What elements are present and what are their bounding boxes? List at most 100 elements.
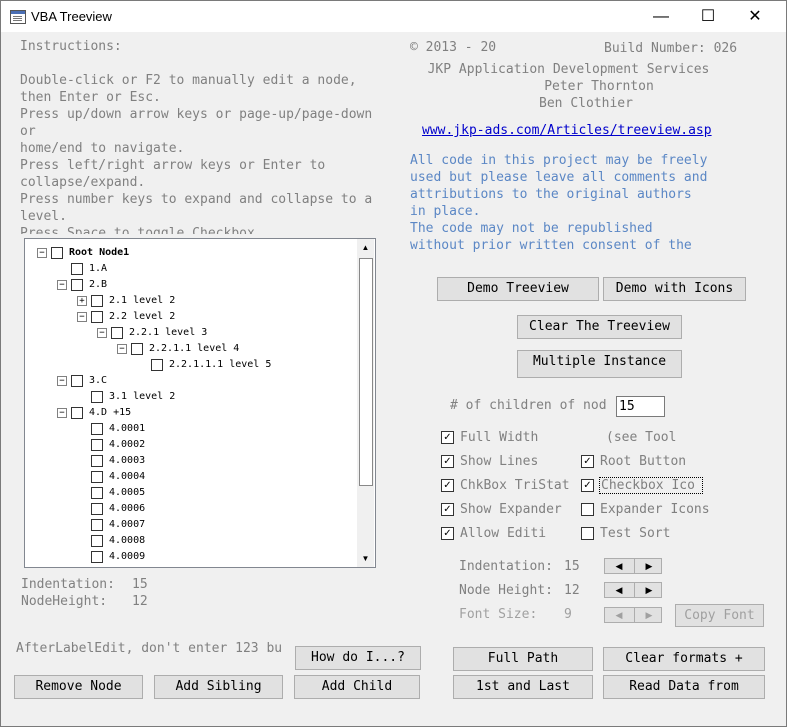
- node-checkbox[interactable]: [91, 455, 103, 467]
- font-size-spinner[interactable]: ◀ ▶: [604, 607, 662, 623]
- node-checkbox[interactable]: [71, 263, 83, 275]
- demo-treeview-button[interactable]: Demo Treeview: [437, 277, 599, 301]
- node-checkbox[interactable]: [111, 327, 123, 339]
- tree-node[interactable]: 4.0007: [25, 517, 355, 533]
- tree-node[interactable]: − Root Node1: [25, 245, 355, 261]
- node-checkbox[interactable]: [91, 295, 103, 307]
- root-button-checkbox[interactable]: ✓: [581, 455, 594, 468]
- node-checkbox[interactable]: [91, 535, 103, 547]
- demo-with-icons-button[interactable]: Demo with Icons: [603, 277, 746, 301]
- tree-node[interactable]: 1.A: [25, 261, 355, 277]
- spin-right-icon[interactable]: ▶: [634, 559, 663, 573]
- node-checkbox[interactable]: [91, 439, 103, 451]
- tree-node[interactable]: +2.1 level 2: [25, 293, 355, 309]
- tree-node[interactable]: 4.0003: [25, 453, 355, 469]
- remove-node-button[interactable]: Remove Node: [14, 675, 143, 699]
- spin-left-icon[interactable]: ◀: [605, 608, 633, 622]
- node-height-spinner[interactable]: ◀ ▶: [604, 582, 662, 598]
- node-checkbox[interactable]: [71, 279, 83, 291]
- collapse-icon[interactable]: −: [57, 280, 67, 290]
- tree-node-label[interactable]: 4.0002: [109, 438, 145, 452]
- node-checkbox[interactable]: [91, 487, 103, 499]
- tree-node-label[interactable]: 4.0007: [109, 518, 145, 532]
- clear-treeview-button[interactable]: Clear The Treeview: [517, 315, 682, 339]
- tree-node-label[interactable]: Root Node1: [69, 246, 129, 260]
- tree-node[interactable]: 4.0001: [25, 421, 355, 437]
- tree-node-label[interactable]: 4.0006: [109, 502, 145, 516]
- tree-node[interactable]: − 2.B: [25, 277, 355, 293]
- tree-node-label[interactable]: 4.0003: [109, 454, 145, 468]
- collapse-icon[interactable]: −: [77, 312, 87, 322]
- tree-node[interactable]: 4.0002: [25, 437, 355, 453]
- collapse-icon[interactable]: −: [117, 344, 127, 354]
- add-sibling-button[interactable]: Add Sibling: [154, 675, 283, 699]
- tree-node[interactable]: − 4.D +15: [25, 405, 355, 421]
- spin-left-icon[interactable]: ◀: [605, 583, 633, 597]
- scroll-thumb[interactable]: [359, 258, 373, 486]
- tree-node[interactable]: 4.0004: [25, 469, 355, 485]
- tree-node[interactable]: − 3.C: [25, 373, 355, 389]
- maximize-button[interactable]: ☐: [685, 1, 731, 32]
- read-data-button[interactable]: Read Data from: [603, 675, 765, 699]
- node-checkbox[interactable]: [91, 391, 103, 403]
- treeview[interactable]: − Root Node1 1.A −2.B +2.1 level 2−2.2 level…: [24, 238, 376, 568]
- collapse-icon[interactable]: −: [37, 248, 47, 258]
- node-checkbox[interactable]: [71, 375, 83, 387]
- spin-right-icon[interactable]: ▶: [634, 583, 663, 597]
- tree-node-label[interactable]: 4.D +15: [89, 406, 131, 420]
- tree-node-label[interactable]: 2.B: [89, 278, 107, 292]
- add-child-button[interactable]: Add Child: [294, 675, 420, 699]
- show-expander-checkbox[interactable]: ✓: [441, 503, 454, 516]
- node-checkbox[interactable]: [91, 423, 103, 435]
- node-checkbox[interactable]: [51, 247, 63, 259]
- treeview-nodes[interactable]: − Root Node1 1.A −2.B +2.1 level 2−2.2 level…: [25, 239, 357, 567]
- chkbox-tristate-checkbox[interactable]: ✓: [441, 479, 454, 492]
- tree-node-label[interactable]: 4.0004: [109, 470, 145, 484]
- tree-node[interactable]: − 2.2.1.1 level 4: [25, 341, 355, 357]
- collapse-icon[interactable]: −: [57, 376, 67, 386]
- tree-node-label[interactable]: 4.0005: [109, 486, 145, 500]
- test-sort-checkbox[interactable]: [581, 527, 594, 540]
- collapse-icon[interactable]: −: [57, 408, 67, 418]
- title-bar[interactable]: VBA Treeview — ☐ ✕: [1, 1, 786, 32]
- scroll-down-icon[interactable]: ▼: [357, 550, 374, 567]
- tree-node[interactable]: 4.0006: [25, 501, 355, 517]
- expander-icons-checkbox[interactable]: [581, 503, 594, 516]
- node-checkbox[interactable]: [91, 471, 103, 483]
- node-checkbox[interactable]: [71, 407, 83, 419]
- tree-node-label[interactable]: 4.0001: [109, 422, 145, 436]
- show-lines-checkbox[interactable]: ✓: [441, 455, 454, 468]
- allow-edit-checkbox[interactable]: ✓: [441, 527, 454, 540]
- treeview-vertical-scrollbar[interactable]: ▲ ▼: [357, 239, 374, 567]
- tree-node[interactable]: 4.0008: [25, 533, 355, 549]
- spin-left-icon[interactable]: ◀: [605, 559, 633, 573]
- node-checkbox[interactable]: [91, 311, 103, 323]
- how-do-i-button[interactable]: How do I...?: [295, 646, 421, 670]
- tree-node[interactable]: 4.0005: [25, 485, 355, 501]
- tree-node[interactable]: − 2.2 level 2: [25, 309, 355, 325]
- clear-formats-button[interactable]: Clear formats +: [603, 647, 765, 671]
- first-and-last-button[interactable]: 1st and Last: [453, 675, 593, 699]
- tree-node[interactable]: 3.1 level 2: [25, 389, 355, 405]
- collapse-icon[interactable]: −: [97, 328, 107, 338]
- tree-node-label[interactable]: 1.A: [89, 262, 107, 276]
- full-path-button[interactable]: Full Path: [453, 647, 593, 671]
- tree-node[interactable]: − 2.2.1 level 3: [25, 325, 355, 341]
- minimize-button[interactable]: —: [638, 1, 684, 32]
- node-checkbox[interactable]: [151, 359, 163, 371]
- full-width-checkbox[interactable]: ✓: [441, 431, 454, 444]
- copy-font-button[interactable]: Copy Font: [675, 604, 764, 627]
- node-checkbox[interactable]: [91, 551, 103, 563]
- tree-node-label[interactable]: 2.2.1 level 3: [129, 326, 207, 340]
- multiple-instance-button[interactable]: Multiple Instance: [517, 350, 682, 378]
- tree-node-label[interactable]: 2.2 level 2: [109, 310, 175, 324]
- node-checkbox[interactable]: [91, 503, 103, 515]
- spin-right-icon[interactable]: ▶: [634, 608, 663, 622]
- node-checkbox[interactable]: [131, 343, 143, 355]
- expand-icon[interactable]: +: [77, 296, 87, 306]
- tree-node-label[interactable]: 2.2.1.1.1 level 5: [169, 358, 271, 372]
- website-link[interactable]: www.jkp-ads.com/Articles/treeview.asp: [422, 123, 712, 138]
- tree-node-label[interactable]: 3.1 level 2: [109, 390, 175, 404]
- indentation-spinner[interactable]: ◀ ▶: [604, 558, 662, 574]
- close-button[interactable]: ✕: [732, 1, 778, 32]
